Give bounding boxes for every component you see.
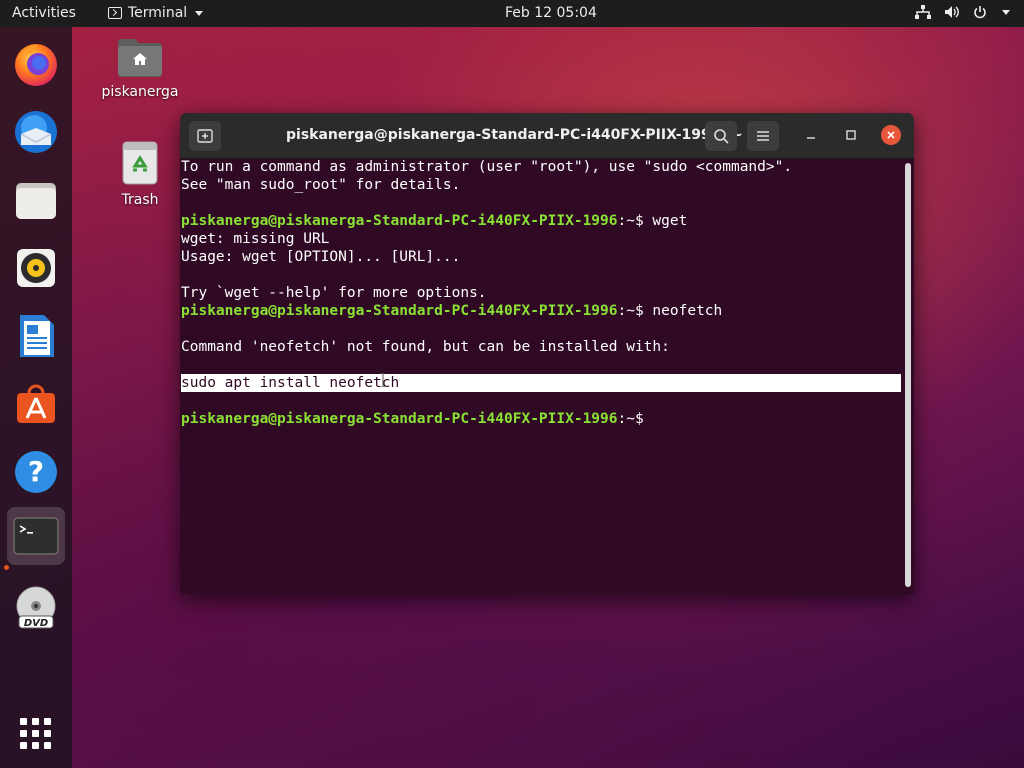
files-icon <box>16 183 56 219</box>
prompt-suffix: :~$ <box>617 213 644 229</box>
prompt-user: piskanerga@piskanerga-Standard-PC-i440FX… <box>181 213 618 229</box>
close-icon <box>887 131 895 139</box>
prompt-suffix: :~$ <box>617 303 644 319</box>
command-text: wget <box>643 213 688 229</box>
terminal-output[interactable]: To run a command as administrator (user … <box>180 158 903 594</box>
window-title: piskanerga@piskanerga-Standard-PC-i440FX… <box>286 127 743 143</box>
dock-item-dvd[interactable]: DVD <box>7 579 65 637</box>
text-cursor-icon <box>381 373 385 387</box>
scrollbar[interactable] <box>905 163 911 587</box>
system-tray[interactable] <box>915 5 1010 19</box>
activities-button[interactable]: Activities <box>12 5 76 21</box>
terminal-icon <box>108 7 122 19</box>
selected-line[interactable]: sudo apt install neofetch <box>181 374 901 392</box>
dock-item-help[interactable]: ? <box>7 443 65 501</box>
command-line: piskanerga@piskanerga-Standard-PC-i440FX… <box>181 212 903 230</box>
prompt-user: piskanerga@piskanerga-Standard-PC-i440FX… <box>181 411 618 427</box>
dvd-icon: DVD <box>16 586 56 629</box>
maximize-button[interactable] <box>841 125 861 145</box>
running-indicator <box>4 565 9 570</box>
close-button[interactable] <box>881 125 901 145</box>
terminal-window: piskanerga@piskanerga-Standard-PC-i440FX… <box>180 113 914 594</box>
search-icon <box>714 129 729 144</box>
output-line: Try `wget --help' for more options. <box>181 285 487 301</box>
app-menu-label: Terminal <box>128 5 188 21</box>
chevron-down-icon <box>195 10 204 16</box>
command-line[interactable]: piskanerga@piskanerga-Standard-PC-i440FX… <box>181 410 903 428</box>
new-tab-icon <box>197 129 213 143</box>
firefox-icon <box>15 44 57 86</box>
output-line: To run a command as administrator (user … <box>181 159 793 175</box>
hamburger-menu-icon <box>757 131 769 141</box>
trash-icon <box>122 141 158 185</box>
output-line: See "man sudo_root" for details. <box>181 177 461 193</box>
dock-item-thunderbird[interactable] <box>7 103 65 161</box>
desktop-home-label: piskanerga <box>101 84 179 100</box>
svg-text:DVD: DVD <box>24 618 48 629</box>
dock: ? DVD <box>0 27 72 768</box>
clock[interactable]: Feb 12 05:04 <box>505 5 597 21</box>
menu-button[interactable] <box>747 121 779 151</box>
dock-item-ubuntu-software[interactable] <box>7 375 65 433</box>
minimize-icon <box>807 137 815 139</box>
rhythmbox-icon <box>17 249 55 287</box>
prompt-suffix: :~$ <box>617 411 644 427</box>
network-icon <box>915 5 931 19</box>
terminal-icon <box>13 517 59 555</box>
app-menu[interactable]: Terminal <box>108 5 204 21</box>
desktop-trash[interactable]: Trash <box>110 140 170 208</box>
svg-text:?: ? <box>28 455 44 488</box>
maximize-icon <box>846 130 856 140</box>
power-icon <box>973 5 987 19</box>
top-bar: Activities Terminal Feb 12 05:04 <box>0 0 1024 27</box>
dock-item-firefox[interactable] <box>7 35 65 93</box>
app-grid-icon <box>20 718 51 749</box>
home-folder-icon <box>118 39 162 77</box>
dock-item-writer[interactable] <box>7 307 65 365</box>
search-button[interactable] <box>705 121 737 151</box>
command-text: neofetch <box>643 303 723 319</box>
dock-item-files[interactable] <box>7 171 65 229</box>
prompt-user: piskanerga@piskanerga-Standard-PC-i440FX… <box>181 303 618 319</box>
desktop-trash-label: Trash <box>121 192 159 208</box>
dock-item-rhythmbox[interactable] <box>7 239 65 297</box>
output-line: wget: missing URL <box>181 231 330 247</box>
help-icon: ? <box>15 451 57 493</box>
volume-icon <box>944 5 960 19</box>
minimize-button[interactable] <box>801 125 821 145</box>
new-tab-button[interactable] <box>189 121 221 151</box>
thunderbird-icon <box>15 111 57 153</box>
software-store-icon <box>17 384 55 423</box>
dock-item-terminal[interactable] <box>7 507 65 565</box>
output-line: Usage: wget [OPTION]... [URL]... <box>181 249 461 265</box>
show-applications-button[interactable] <box>7 705 65 763</box>
writer-icon <box>20 315 54 357</box>
command-line: piskanerga@piskanerga-Standard-PC-i440FX… <box>181 302 903 320</box>
chevron-down-icon <box>1002 9 1010 15</box>
output-line: Command 'neofetch' not found, but can be… <box>181 339 670 355</box>
title-bar[interactable]: piskanerga@piskanerga-Standard-PC-i440FX… <box>180 113 914 159</box>
desktop-home-folder[interactable]: piskanerga <box>100 36 180 100</box>
